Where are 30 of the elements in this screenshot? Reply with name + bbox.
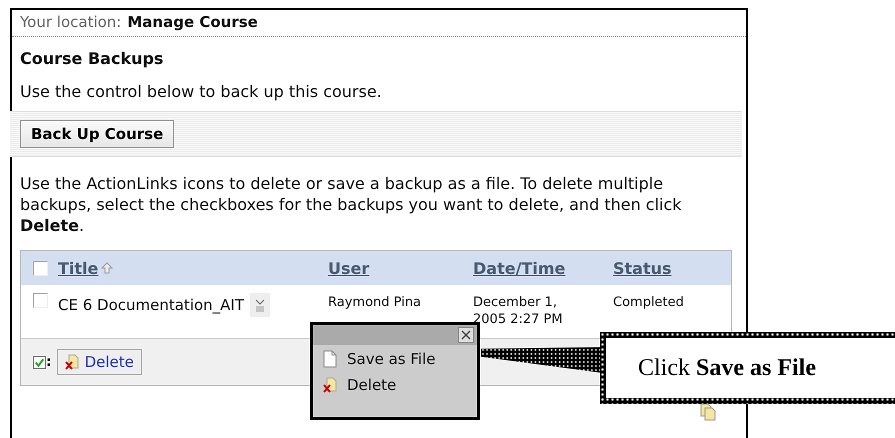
instructions-text: Use the ActionLinks icons to delete or save a backup as a file. To delete multiple backups, select the checkboxes for the backups you want to delete, and then click Delete. xyxy=(20,173,683,236)
select-all-checkbox[interactable] xyxy=(33,260,48,276)
delete-file-icon xyxy=(323,377,337,393)
close-icon xyxy=(461,330,471,340)
column-header-link[interactable]: Date/Time xyxy=(473,258,566,278)
document-icon xyxy=(323,350,337,368)
column-header-link[interactable]: User xyxy=(328,258,370,278)
close-button[interactable] xyxy=(458,327,474,343)
back-up-course-button[interactable]: Back Up Course xyxy=(20,120,174,148)
action-menu-button[interactable] xyxy=(250,293,270,317)
chevron-menu-icon xyxy=(254,298,266,312)
section-title: Course Backups xyxy=(20,49,164,68)
backup-title: CE 6 Documentation_AIT xyxy=(58,296,244,314)
checked-checkbox-icon xyxy=(33,356,46,368)
delete-file-icon xyxy=(64,354,79,370)
selected-label: : xyxy=(46,354,52,370)
location-label: Your location: xyxy=(20,13,122,31)
row-checkbox[interactable] xyxy=(33,293,48,308)
column-header-link[interactable]: Title xyxy=(58,258,98,278)
menu-item[interactable]: Save as File xyxy=(313,345,477,371)
copy-files-icon[interactable] xyxy=(700,403,716,421)
user-cell-text: Raymond Pina xyxy=(328,294,422,311)
sort-up-icon xyxy=(101,262,114,274)
menu-item[interactable]: Delete xyxy=(313,371,477,397)
location-page: Manage Course xyxy=(127,13,258,31)
delete-button[interactable]: Delete xyxy=(56,349,142,375)
callout-text: Click Save as File xyxy=(638,354,816,382)
status-cell-text: Completed xyxy=(613,294,685,311)
column-header-link[interactable]: Status xyxy=(613,258,672,278)
intro-text: Use the control below to back up this course. xyxy=(20,82,383,101)
